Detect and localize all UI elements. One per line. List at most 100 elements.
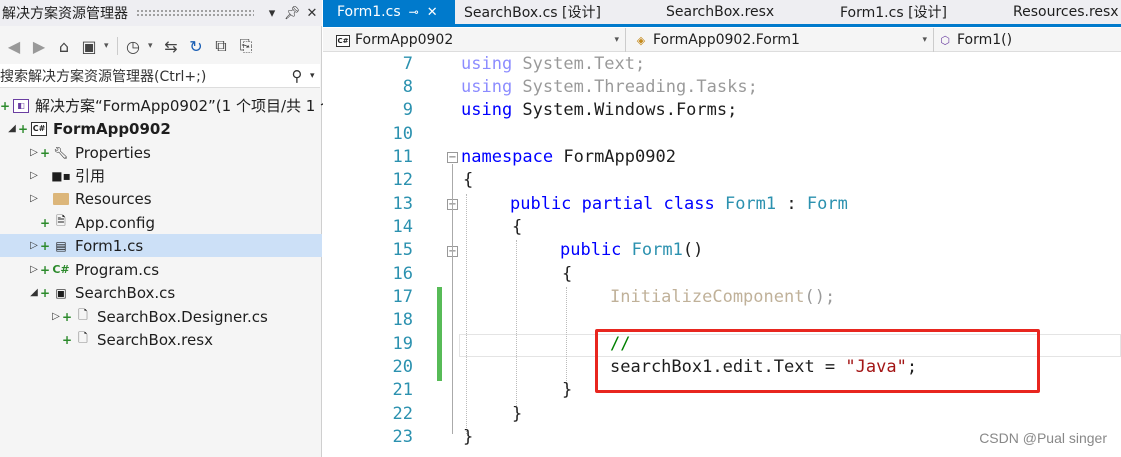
line-number: 17 [392,287,413,307]
code-token: using [461,77,513,97]
project-dropdown[interactable]: C# FormApp0902 ▾ [335,30,623,50]
chevron-down-icon[interactable]: ▾ [104,41,112,51]
chevron-down-icon[interactable]: ▾ [922,35,927,45]
chevron-down-icon[interactable]: ▾ [614,35,619,45]
drag-grip[interactable] [136,9,254,17]
line-number: 8 [402,77,413,97]
watermark: CSDN @Pual singer [979,430,1107,446]
tab-form1-cs[interactable]: Form1.cs ⊸ ✕ [323,0,455,24]
code-line-8: using System.Threading.Tasks; [461,77,758,97]
wrench-icon: 🔧︎ [53,145,69,160]
code-line-13: public partial class Form1 : Form [510,194,848,214]
tree-item-label: 引用 [75,167,106,185]
tab-form1-design[interactable]: Form1.cs [设计] [840,0,947,24]
references-icon: ■▪ [51,168,71,183]
tree-item-searchbox[interactable]: ◢ + ▣ SearchBox.cs [28,281,175,304]
search-icon[interactable]: ⚲ [284,67,310,85]
line-number: 11 [392,147,413,167]
tab-resources-resx[interactable]: Resources.resx [1013,0,1119,24]
collapse-arrow-icon[interactable]: ◢ [6,123,18,134]
folder-icon [50,190,72,208]
tree-item-searchbox-designer[interactable]: ▷ + 🗋 SearchBox.Designer.cs [50,305,268,328]
home-icon[interactable]: ⌂ [54,35,74,57]
plus-icon: + [40,238,51,253]
show-all-files-icon[interactable]: ⎘ [236,35,256,57]
tree-item-appconfig[interactable]: + 🗎 App.config [40,211,155,234]
expand-arrow-icon[interactable]: ▷ [28,147,40,158]
code-token: System.Threading.Tasks; [512,77,758,97]
expand-arrow-icon[interactable]: ▷ [28,170,40,181]
code-token: public [560,240,622,260]
search-input[interactable]: 搜索解决方案资源管理器(Ctrl+;) [0,66,284,86]
tab-searchbox-design[interactable]: SearchBox.cs [设计] [464,0,601,24]
window-position-dropdown-icon[interactable]: ▾ [262,6,282,21]
collapse-all-icon[interactable]: ⧉ [211,35,231,57]
expand-arrow-icon[interactable]: ▷ [50,311,62,322]
close-tab-icon[interactable]: ✕ [427,5,438,20]
solution-explorer-search[interactable]: 搜索解决方案资源管理器(Ctrl+;) ⚲ ▾ [0,64,320,88]
sync-with-active-document-icon[interactable]: ⇆ [161,35,181,57]
class-dropdown[interactable]: ◈ FormApp0902.Form1 ▾ [633,30,931,50]
red-highlight-box [595,329,1040,393]
tree-item-searchbox-resx[interactable]: + 🗋 SearchBox.resx [62,328,213,351]
code-token: System.Windows.Forms; [512,100,738,120]
collapse-arrow-icon[interactable]: ◢ [28,287,40,298]
plus-icon: + [62,332,73,347]
fold-line [452,164,453,434]
line-number: 10 [392,124,413,144]
line-number: 7 [402,54,413,74]
plus-icon: + [40,145,51,160]
code-area[interactable]: 7 8 9 10 11 12 13 14 15 16 17 18 19 20 2… [323,54,1121,457]
line-number: 22 [392,404,413,424]
expand-arrow-icon[interactable]: ▷ [28,240,40,251]
member-dropdown-value: Form1() [957,32,1013,48]
tab-label: SearchBox.resx [666,4,775,20]
tree-item-solution[interactable]: + ◧ 解决方案“FormApp0902”(1 个项目/共 1 个 [0,94,335,117]
csharp-project-icon: C# [28,120,50,138]
refresh-icon[interactable]: ↻ [186,35,206,57]
tree-item-properties[interactable]: ▷ + 🔧︎ Properties [28,141,151,164]
code-line-21: } [562,380,573,400]
switch-views-icon[interactable]: ▣ [79,35,99,57]
collapse-namespace-icon[interactable]: − [447,152,458,163]
pending-changes-filter-icon[interactable]: ◷ [123,35,143,57]
member-dropdown[interactable]: ⬡ Form1() [937,30,1121,50]
code-token: namespace [461,147,554,167]
expand-arrow-icon[interactable]: ▷ [28,193,40,204]
pin-icon[interactable]: 📌︎ [282,6,302,21]
back-icon[interactable]: ◀ [4,35,24,57]
tree-item-program[interactable]: ▷ + C# Program.cs [28,258,159,281]
tree-item-label: Properties [75,143,151,162]
tree-item-form1[interactable]: ▷ + ▤ Form1.cs [0,234,322,257]
active-tab-underline [323,24,1121,27]
tree-item-resources[interactable]: ▷ Resources [28,187,151,210]
tree-item-references[interactable]: ▷ ■▪ 引用 [28,164,105,187]
code-token: using [461,100,513,120]
navbar-separator [625,28,626,52]
tab-searchbox-resx[interactable]: SearchBox.resx [666,0,774,24]
code-token: Form1 [724,194,777,214]
line-number: 19 [392,334,413,354]
plus-icon: + [62,309,73,324]
code-token: using [461,54,513,74]
indent-guide [566,287,567,387]
line-number: 15 [392,240,413,260]
code-line-7: using System.Text; [461,54,645,74]
project-dropdown-value: FormApp0902 [355,32,454,48]
form-icon: ▤ [55,238,67,253]
forward-icon[interactable]: ▶ [29,35,49,57]
tree-item-label: App.config [75,213,155,232]
csharp-file-icon: C# [52,263,70,276]
chevron-down-icon[interactable]: ▾ [148,41,156,51]
chevron-down-icon[interactable]: ▾ [310,71,320,81]
code-token: : [776,194,807,214]
plus-icon: + [40,215,51,230]
navbar-separator [933,28,934,52]
tree-item-project[interactable]: ◢ + C# FormApp0902 [6,117,171,140]
pin-tab-icon[interactable]: ⊸ [409,5,419,19]
expand-arrow-icon[interactable]: ▷ [28,264,40,275]
resx-file-icon: 🗋 [78,331,88,345]
close-icon[interactable]: ✕ [302,6,322,21]
